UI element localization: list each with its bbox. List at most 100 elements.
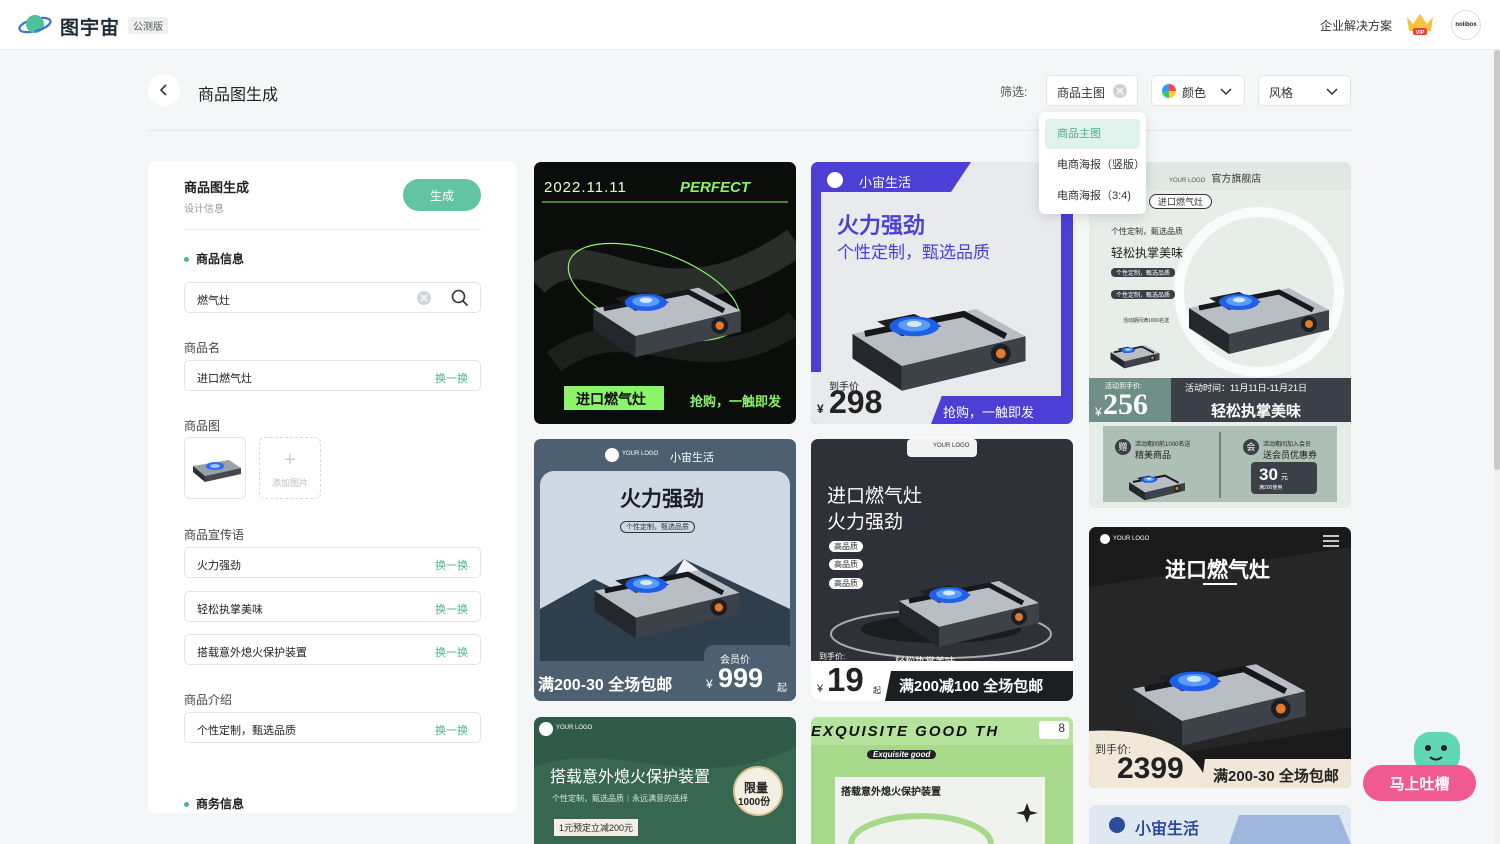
planet-logo-icon[interactable] xyxy=(18,12,52,38)
card-promo: 满200-30 全场包邮 xyxy=(1213,768,1339,785)
poster-card-2[interactable]: 小宙生活 火力强劲 个性定制，甄选品质 到手价 ¥ 298 抢购，一触即发 xyxy=(811,162,1073,424)
filter-label: 筛选: xyxy=(1000,85,1028,99)
badge-text-2: 1000份 xyxy=(738,797,771,808)
product-image-label: 商品图 xyxy=(184,419,221,433)
clear-input-icon[interactable] xyxy=(417,291,431,305)
card-small-tag: 活动期间满1000名送 xyxy=(1123,318,1170,324)
chevron-left-icon xyxy=(159,84,167,96)
section-product-label: 商品信息 xyxy=(196,252,245,266)
stove-product-thumbnail xyxy=(1107,334,1163,374)
poster-card-1[interactable]: 2022.11.11 PERFECT 进口燃气灶 抢购，一触即发 xyxy=(534,162,796,424)
poster-card-6[interactable]: YOUR LOGO 进口燃气灶 到手价: 2399 满200-30 全场包邮 xyxy=(1089,527,1351,788)
section-dot xyxy=(184,802,189,808)
color-filter-select[interactable]: 颜色 xyxy=(1151,75,1245,106)
slogan-input-2[interactable]: 轻松执掌美味 换一换 xyxy=(184,591,481,622)
card-title-1: 进口燃气灶 xyxy=(827,486,923,507)
slogan-input-3[interactable]: 搭载意外熄火保护装置 换一换 xyxy=(184,634,481,665)
card-title: 搭载意外熄火保护装置 xyxy=(550,769,711,786)
panel-subtitle: 设计信息 xyxy=(184,204,224,215)
swap-button[interactable]: 换一换 xyxy=(435,370,468,386)
swap-button[interactable]: 换一换 xyxy=(435,644,468,660)
currency-symbol: ¥ xyxy=(817,683,824,695)
card-promo: 满200-30 全场包邮 xyxy=(538,677,673,694)
card-tag: 高品质 xyxy=(829,541,863,552)
top-bar: 图宇宙 公测版 企业解决方案 VIP nolibox xyxy=(0,0,1500,50)
beta-badge: 公测版 xyxy=(128,17,168,34)
poster-card-5[interactable]: YOUR LOGO 进口燃气灶 火力强劲 高品质 高品质 高品质 到手价: ¥ … xyxy=(811,439,1073,701)
section-business-info: 商务信息 xyxy=(184,795,244,812)
intro-input[interactable]: 个性定制，甄选品质 换一换 xyxy=(184,712,481,743)
type-filter-select[interactable]: 商品主图 xyxy=(1046,75,1138,106)
type-filter-value: 商品主图 xyxy=(1057,86,1106,100)
color-wheel-icon xyxy=(1162,84,1176,98)
clear-filter-icon[interactable] xyxy=(1113,84,1127,98)
poster-card-4[interactable]: YOUR LOGO 小宙生活 火力强劲 个性定制，甄选品质 满200-30 全场… xyxy=(534,439,796,701)
dropdown-option[interactable]: 电商海报（3:4) xyxy=(1045,181,1140,211)
card-counter: 8 xyxy=(1039,721,1069,739)
vip-crown-icon[interactable]: VIP xyxy=(1405,11,1435,37)
product-name-label: 商品名 xyxy=(184,341,221,355)
product-name-input[interactable]: 进口燃气灶 换一换 xyxy=(184,360,481,391)
type-filter-dropdown: 商品主图 电商海报（竖版） 电商海报（3:4) xyxy=(1039,112,1146,214)
currency-symbol: ¥ xyxy=(817,402,824,416)
dropdown-option[interactable]: 商品主图 xyxy=(1045,119,1140,149)
product-search-input[interactable]: 燃气灶 xyxy=(184,282,481,313)
card-product-name: 进口燃气灶 xyxy=(576,391,646,407)
enterprise-solutions-link[interactable]: 企业解决方案 xyxy=(1320,17,1392,34)
stove-gift-thumbnail xyxy=(1125,462,1189,506)
card-price: 2399 xyxy=(1117,752,1184,785)
slogan-value: 火力强劲 xyxy=(197,560,241,572)
product-image-thumbnail[interactable] xyxy=(184,437,246,499)
poster-card-7[interactable]: YOUR LOGO 搭载意外熄火保护装置 个性定制，甄选品质｜永远满意的选择 限… xyxy=(534,717,796,844)
logo-text[interactable]: 图宇宙 xyxy=(60,13,120,40)
stove-product-image xyxy=(584,539,750,653)
card-slogan: 抢购，一触即发 xyxy=(690,394,782,409)
gift-icon: 赠 xyxy=(1115,439,1131,455)
slogan-input-1[interactable]: 火力强劲 换一换 xyxy=(184,547,481,578)
swap-button[interactable]: 换一换 xyxy=(435,557,468,573)
style-filter-select[interactable]: 风格 xyxy=(1258,75,1351,106)
card-brand: 小宙生活 xyxy=(670,452,714,464)
slogan-value: 轻松执掌美味 xyxy=(197,604,263,616)
poster-card-8[interactable]: EXQUISITE GOOD TH 8 Exquisite good 搭载意外熄… xyxy=(811,717,1073,844)
card-logo: YOUR LOGO xyxy=(622,451,659,457)
poster-card-9[interactable]: 小宙生活 xyxy=(1089,805,1351,844)
intro-value: 个性定制，甄选品质 xyxy=(197,725,296,737)
panel-title: 商品图生成 xyxy=(184,180,250,195)
swap-button[interactable]: 换一换 xyxy=(435,601,468,617)
card-line: 个性定制，甄选品质 xyxy=(1111,227,1183,236)
currency-symbol: ¥ xyxy=(706,677,713,691)
swap-button[interactable]: 换一换 xyxy=(435,722,468,738)
search-icon[interactable] xyxy=(451,289,469,307)
card-title: 火力强劲 xyxy=(837,213,926,238)
card-title: 火力强劲 xyxy=(620,488,704,511)
scrollbar-thumb[interactable] xyxy=(1494,50,1500,470)
user-avatar[interactable]: nolibox xyxy=(1451,10,1481,40)
card-title: 轻松执掌美味 xyxy=(1111,246,1184,260)
card-tag: Exquisite good xyxy=(867,750,937,759)
coupon-title: 活动期间加入会员 xyxy=(1263,442,1312,448)
card-tag: 个性定制，甄选品质 xyxy=(1111,268,1176,277)
coupon-unit: 元 xyxy=(1281,474,1288,481)
feedback-button[interactable]: 马上吐槽 xyxy=(1363,765,1476,801)
coupon-condition: 满200使用 xyxy=(1259,485,1283,491)
card-marquee: EXQUISITE GOOD TH xyxy=(811,723,1000,740)
card-logo: YOUR LOGO xyxy=(933,443,970,449)
card-slogan: 轻松执掌美味 xyxy=(895,657,955,668)
card-brand: 小宙生活 xyxy=(1135,821,1200,838)
back-button[interactable] xyxy=(148,74,180,106)
design-info-panel: 商品图生成 设计信息 生成 商品信息 燃气灶 商品名 进口燃气灶 换一换 商品图… xyxy=(148,161,517,813)
card-tag: 个性定制，甄选品质 xyxy=(620,521,695,533)
card-slogan: 抢购，一触即发 xyxy=(943,405,1035,420)
card-subtitle: 个性定制，甄选品质 xyxy=(837,243,990,262)
menu-icon xyxy=(1323,535,1339,547)
stove-product-image xyxy=(582,256,752,372)
dropdown-option[interactable]: 电商海报（竖版） xyxy=(1045,150,1145,180)
card-logo: YOUR LOGO xyxy=(1169,178,1206,184)
card-store-name: 官方旗舰店 xyxy=(1211,174,1262,185)
stove-thumbnail-icon xyxy=(185,438,245,498)
add-image-button[interactable]: + 添加图片 xyxy=(259,437,321,499)
stove-product-image xyxy=(1119,627,1319,763)
generate-button[interactable]: 生成 xyxy=(403,179,481,211)
card-tag: 高品质 xyxy=(829,578,863,589)
